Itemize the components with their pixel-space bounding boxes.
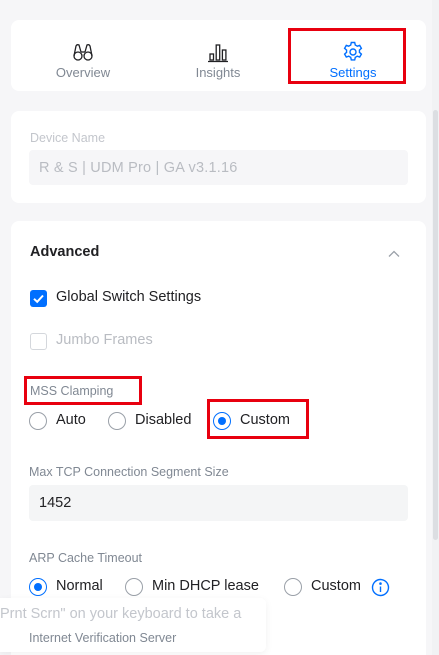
device-name-label: Device Name [30, 131, 106, 145]
info-icon[interactable] [371, 578, 390, 597]
jumbo-frames-checkbox[interactable] [30, 333, 47, 350]
internet-verification-label: Internet Verification Server [29, 631, 177, 645]
tab-insights[interactable]: Insights [153, 20, 283, 91]
advanced-title: Advanced [30, 244, 100, 260]
arp-min-dhcp-radio[interactable] [125, 578, 143, 596]
scrollbar-thumb[interactable] [433, 110, 438, 540]
mss-auto-radio[interactable] [29, 412, 47, 430]
advanced-section: Advanced Global Switch Settings Jumbo Fr… [11, 221, 426, 655]
chevron-up-icon[interactable] [387, 249, 401, 259]
tab-settings-label: Settings [329, 65, 377, 80]
mss-custom-label: Custom [240, 412, 290, 428]
tab-overview-label: Overview [55, 65, 111, 80]
tcp-segment-label: Max TCP Connection Segment Size [29, 465, 229, 479]
binoculars-icon [73, 44, 93, 61]
arp-cache-label: ARP Cache Timeout [29, 551, 143, 565]
mss-disabled-radio[interactable] [108, 412, 126, 430]
tcp-segment-input[interactable] [29, 485, 408, 521]
arp-min-dhcp-label: Min DHCP lease [152, 578, 259, 594]
jumbo-frames-label: Jumbo Frames [56, 332, 153, 348]
tab-bar: Overview Insights Settings [11, 20, 426, 91]
arp-normal-label: Normal [56, 578, 103, 594]
device-name-input[interactable] [29, 150, 408, 185]
gear-icon [343, 41, 363, 61]
mss-disabled-label: Disabled [135, 412, 192, 428]
tab-overview[interactable]: Overview [18, 20, 148, 91]
arp-normal-radio[interactable] [29, 578, 47, 596]
tab-settings[interactable]: Settings [288, 20, 418, 91]
arp-custom-radio[interactable] [284, 578, 302, 596]
tab-insights-label: Insights [195, 65, 241, 80]
device-name-card: Device Name [11, 111, 426, 203]
bar-chart-icon [208, 44, 228, 63]
global-switch-label: Global Switch Settings [56, 289, 202, 305]
mss-clamping-label: MSS Clamping [30, 384, 114, 398]
global-switch-checkbox[interactable] [30, 290, 47, 307]
toast-text: Prnt Scrn" on your keyboard to take a [0, 606, 242, 622]
checkmark-icon [33, 294, 44, 304]
arp-custom-label: Custom [311, 578, 361, 594]
mss-custom-radio[interactable] [213, 412, 231, 430]
mss-auto-label: Auto [56, 412, 86, 428]
